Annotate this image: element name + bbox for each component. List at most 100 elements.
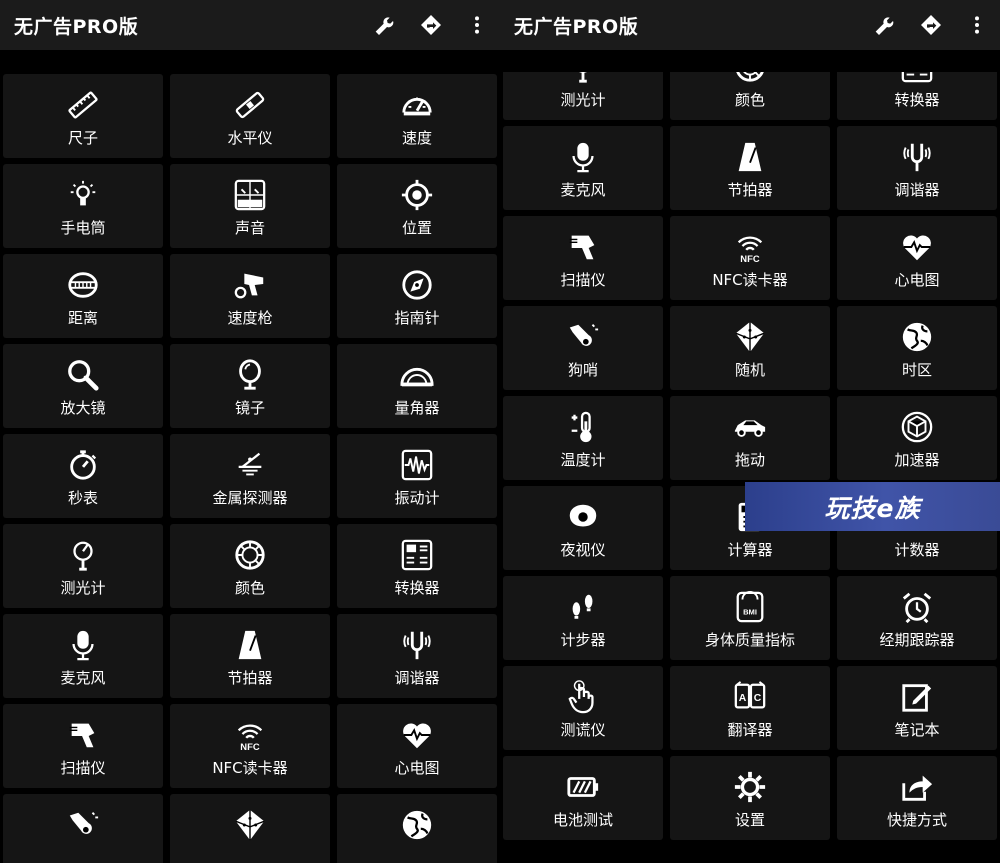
tool-tile[interactable]: 计步器 — [503, 576, 663, 660]
tool-tile[interactable]: 秒表 — [3, 434, 163, 518]
tool-tile[interactable]: 麦克风 — [3, 614, 163, 698]
tool-label: NFC读卡器 — [712, 271, 788, 289]
metal-detector-icon — [232, 447, 268, 483]
tool-label: 速度枪 — [227, 309, 273, 327]
heart-rate-icon — [899, 229, 935, 265]
tool-tile[interactable]: NFC NFC读卡器 — [670, 216, 830, 300]
wrench-icon[interactable] — [370, 10, 400, 40]
app-title: 无广告PRO版 — [14, 15, 139, 38]
app-bar: 无广告PRO版 — [500, 0, 1000, 50]
scanner-icon — [565, 229, 601, 265]
color-icon — [732, 72, 768, 85]
svg-text:NFC: NFC — [240, 742, 260, 752]
tool-tile[interactable]: 测谎仪 — [503, 666, 663, 750]
tool-tile[interactable]: 放大镜 — [3, 344, 163, 428]
tool-label: 放大镜 — [60, 399, 106, 417]
tool-tile[interactable]: 距离 — [3, 254, 163, 338]
tool-tile[interactable]: 速度 — [337, 74, 497, 158]
more-vertical-icon[interactable] — [962, 10, 992, 40]
tool-tile[interactable]: 转换器 — [337, 524, 497, 608]
tool-tile[interactable]: A C 翻译器 — [670, 666, 830, 750]
tool-tile[interactable]: 水平仪 — [170, 74, 330, 158]
tool-tile[interactable]: 笔记本 — [837, 666, 997, 750]
tool-tile[interactable]: 测光计 — [503, 72, 663, 120]
tool-tile[interactable]: 声音 — [170, 164, 330, 248]
tool-label: 调谐器 — [894, 181, 940, 199]
tool-tile[interactable]: 心电图 — [837, 216, 997, 300]
tool-tile[interactable]: 指南针 — [337, 254, 497, 338]
tool-tile[interactable]: 心电图 — [337, 704, 497, 788]
navigation-diamond-icon[interactable] — [416, 10, 446, 40]
bmi-icon: BMI — [732, 589, 768, 625]
tool-label: 声音 — [234, 219, 265, 237]
tool-tile[interactable]: 电池测试 — [503, 756, 663, 840]
tool-grid-viewport: 尺子 水平仪 速度手电筒 声音 位置距离 速度枪 指南针放大镜 镜子 量角器秒表 金属探测器 振动计… — [0, 52, 500, 863]
tool-tile[interactable]: 量角器 — [337, 344, 497, 428]
tool-tile[interactable]: 夜视仪 — [503, 486, 663, 570]
light-meter-icon — [65, 537, 101, 573]
tool-label: 秒表 — [67, 489, 98, 507]
tool-tile[interactable]: 手电筒 — [3, 164, 163, 248]
night-vision-icon — [565, 499, 601, 535]
speed-gun-icon — [232, 267, 268, 303]
tool-tile[interactable]: 麦克风 — [503, 126, 663, 210]
distance-tape-icon — [65, 267, 101, 303]
tool-label: NFC读卡器 — [212, 759, 288, 777]
tool-label: 手电筒 — [60, 219, 106, 237]
svg-text:C: C — [754, 693, 762, 704]
tool-tile[interactable]: 经期跟踪器 — [837, 576, 997, 660]
tool-tile[interactable]: 振动计 — [337, 434, 497, 518]
tool-label: 经期跟踪器 — [879, 631, 955, 649]
tool-label: 时区 — [901, 361, 932, 379]
tool-tile[interactable] — [170, 794, 330, 863]
tool-label: 水平仪 — [227, 129, 273, 147]
tool-tile[interactable]: 颜色 — [170, 524, 330, 608]
tool-tile[interactable]: 颜色 — [670, 72, 830, 120]
location-icon — [399, 177, 435, 213]
right-screen: 无广告PRO版 测光计 颜色 转换器麦克风 节拍器 调谐器扫描仪 NFC NFC读卡器 心电图… — [500, 0, 1000, 863]
tool-tile[interactable]: 镜子 — [170, 344, 330, 428]
tool-tile[interactable]: 温度计 — [503, 396, 663, 480]
tuner-icon — [399, 627, 435, 663]
tool-tile[interactable]: 拖动 — [670, 396, 830, 480]
stopwatch-icon — [65, 447, 101, 483]
tool-tile[interactable]: 转换器 — [837, 72, 997, 120]
tool-tile[interactable]: 加速器 — [837, 396, 997, 480]
app-title: 无广告PRO版 — [514, 15, 639, 38]
tool-label: 设置 — [734, 811, 765, 829]
navigation-diamond-icon[interactable] — [916, 10, 946, 40]
tool-tile[interactable]: 扫描仪 — [3, 704, 163, 788]
tool-tile[interactable]: 设置 — [670, 756, 830, 840]
tool-tile[interactable]: 时区 — [837, 306, 997, 390]
tool-tile[interactable]: 调谐器 — [837, 126, 997, 210]
more-vertical-icon[interactable] — [462, 10, 492, 40]
tool-label: 位置 — [401, 219, 432, 237]
globe-icon — [899, 319, 935, 355]
tool-tile[interactable]: 狗哨 — [503, 306, 663, 390]
tool-tile[interactable]: 金属探测器 — [170, 434, 330, 518]
tool-tile[interactable]: 测光计 — [3, 524, 163, 608]
level-icon — [232, 87, 268, 123]
tool-label: 温度计 — [560, 451, 606, 469]
tool-label: 量角器 — [394, 399, 440, 417]
settings-gear-icon — [732, 769, 768, 805]
tool-label: 颜色 — [234, 579, 265, 597]
tool-tile[interactable]: NFC NFC读卡器 — [170, 704, 330, 788]
tool-tile[interactable]: 快捷方式 — [837, 756, 997, 840]
tool-tile[interactable]: 位置 — [337, 164, 497, 248]
tool-tile[interactable]: 调谐器 — [337, 614, 497, 698]
dog-whistle-icon — [565, 319, 601, 355]
tool-tile[interactable]: 尺子 — [3, 74, 163, 158]
tool-tile[interactable] — [337, 794, 497, 863]
tool-tile[interactable]: 速度枪 — [170, 254, 330, 338]
tool-tile[interactable] — [3, 794, 163, 863]
tool-tile[interactable]: 扫描仪 — [503, 216, 663, 300]
tool-tile[interactable]: BMI 身体质量指标 — [670, 576, 830, 660]
tool-tile[interactable]: 节拍器 — [670, 126, 830, 210]
app-bar: 无广告PRO版 — [0, 0, 500, 50]
wrench-icon[interactable] — [870, 10, 900, 40]
tool-tile[interactable]: 节拍器 — [170, 614, 330, 698]
tool-grid: 测光计 颜色 转换器麦克风 节拍器 调谐器扫描仪 NFC NFC读卡器 心电图狗哨 随机 时区温度… — [503, 72, 997, 840]
tool-tile[interactable]: 随机 — [670, 306, 830, 390]
tool-label: 扫描仪 — [560, 271, 606, 289]
